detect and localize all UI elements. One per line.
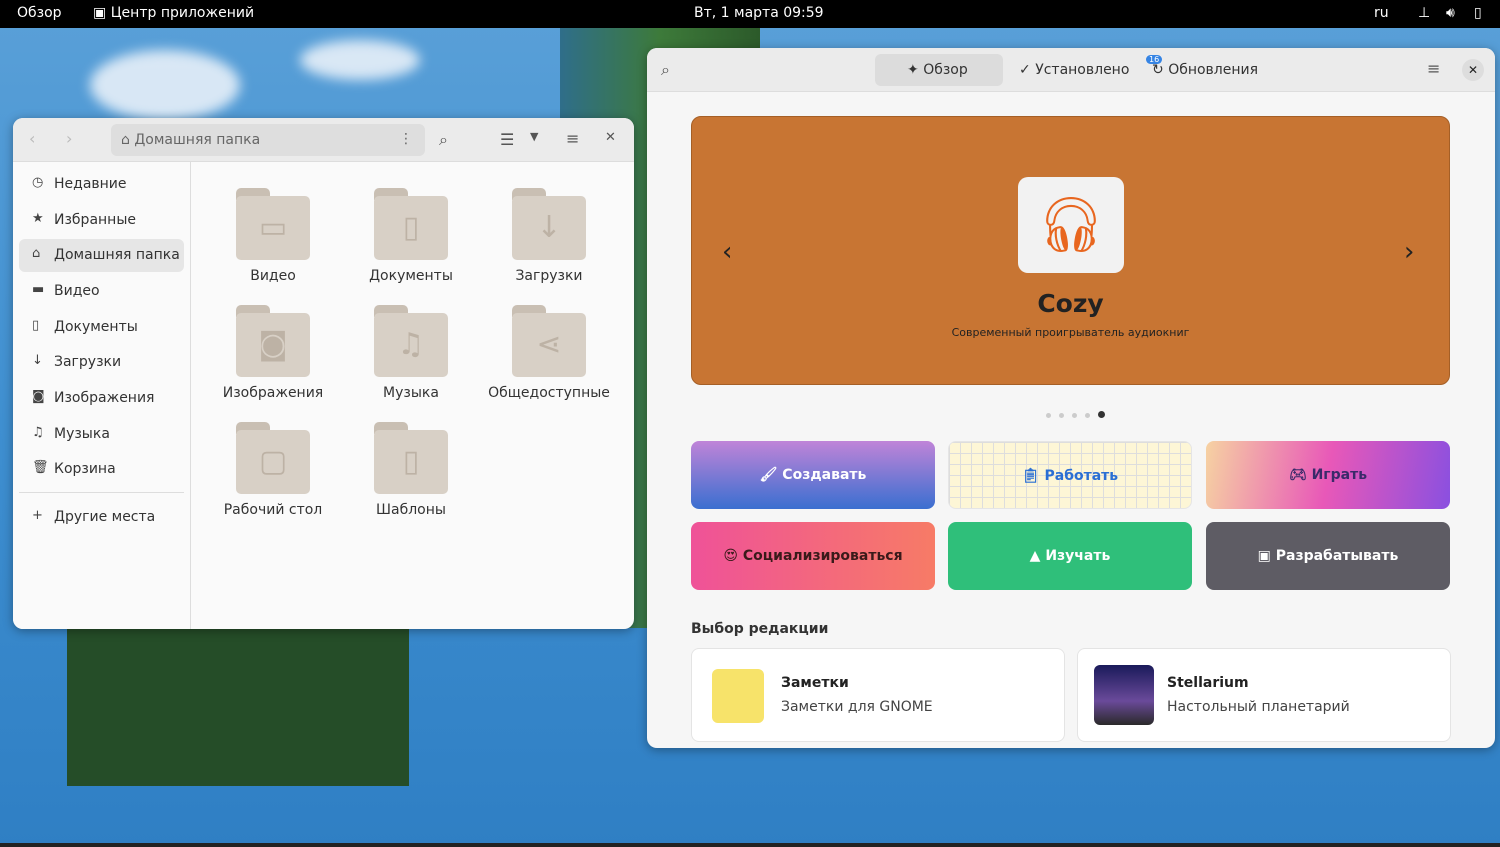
folder-music[interactable]: ♫ Музыка: [346, 305, 476, 401]
folder-downloads[interactable]: ↓ Загрузки: [484, 188, 614, 284]
menu-icon[interactable]: ≡: [1427, 59, 1440, 78]
sidebar: ◷ Недавние ★ Избранные ⌂ Домашняя папка ▬ Ви…: [13, 162, 191, 629]
path-bar[interactable]: ⌂ Домашняя папка ⋮: [111, 124, 425, 156]
updates-badge: 16: [1146, 55, 1163, 64]
category-create[interactable]: 🖌︎ Создавать: [691, 441, 935, 509]
network-icon[interactable]: ⊥: [1418, 5, 1430, 21]
close-icon[interactable]: ✕: [605, 130, 616, 145]
video-icon: ▬: [32, 282, 45, 297]
folder-desktop[interactable]: ▢ Рабочий стол: [208, 422, 338, 518]
category-learn[interactable]: ▲ Изучать: [948, 522, 1192, 590]
folder-documents[interactable]: ▯ Документы: [346, 188, 476, 284]
sidebar-item-videos[interactable]: ▬ Видео: [19, 275, 184, 308]
stellarium-app-icon: [1094, 665, 1154, 725]
keyboard-layout[interactable]: ru: [1374, 5, 1389, 21]
dot[interactable]: [1072, 413, 1077, 418]
download-icon: ↓: [32, 353, 43, 368]
sidebar-item-pictures[interactable]: ◙ Изображения: [19, 382, 184, 415]
battery-icon[interactable]: ▯: [1474, 5, 1482, 21]
download-icon: ↓: [512, 196, 586, 260]
tab-installed[interactable]: ✓ Установлено: [1009, 54, 1139, 86]
camera-icon: ◙: [236, 313, 310, 377]
featured-banner[interactable]: ‹ › 🎧︎ Cozy Современный проигрыватель ау…: [691, 116, 1450, 385]
dot[interactable]: [1098, 411, 1105, 418]
plus-icon: +: [32, 508, 43, 523]
sidebar-item-downloads[interactable]: ↓ Загрузки: [19, 346, 184, 379]
list-view-icon[interactable]: ☰: [500, 130, 514, 149]
menu-icon[interactable]: ≡: [566, 129, 579, 148]
sidebar-item-starred[interactable]: ★ Избранные: [19, 204, 184, 237]
path-menu-icon[interactable]: ⋮: [399, 131, 413, 147]
tab-updates[interactable]: 16 ↻ Обновления: [1142, 54, 1268, 86]
search-icon[interactable]: ⌕: [661, 60, 670, 80]
video-icon: ▭: [236, 196, 310, 260]
wallpaper-block: [67, 628, 409, 786]
clock-icon: ◷: [32, 175, 44, 190]
sidebar-item-other-locations[interactable]: + Другие места: [19, 501, 184, 534]
clock[interactable]: Вт, 1 марта 09:59: [694, 5, 824, 21]
sidebar-item-recent[interactable]: ◷ Недавние: [19, 168, 184, 201]
top-bar: Обзор ▣ Центр приложений Вт, 1 марта 09:…: [0, 0, 1500, 28]
banner-subtitle: Современный проигрыватель аудиокниг: [951, 326, 1190, 339]
view-options-icon[interactable]: ▼: [530, 130, 538, 143]
back-icon[interactable]: ‹: [29, 129, 35, 148]
next-icon[interactable]: ›: [1404, 237, 1414, 267]
notes-app-icon: [712, 669, 764, 723]
cozy-app-icon: 🎧︎: [1018, 177, 1124, 273]
close-icon[interactable]: ✕: [1462, 59, 1484, 81]
template-icon: ▯: [374, 430, 448, 494]
explore-icon: ✦: [907, 62, 919, 78]
files-window: ‹ › ⌂ Домашняя папка ⋮ ⌕ ☰ ▼ ≡ ✕ ◷ Недавни…: [13, 118, 634, 629]
share-icon: ⋖: [512, 313, 586, 377]
app-card-notes[interactable]: Заметки Заметки для GNOME: [691, 648, 1065, 742]
category-socialize[interactable]: 😍︎ Социализироваться: [691, 522, 935, 590]
sidebar-item-trash[interactable]: 🗑︎ Корзина: [19, 453, 184, 486]
home-icon: ⌂: [32, 246, 41, 261]
editors-choice-heading: Выбор редакции: [691, 621, 829, 637]
folder-public[interactable]: ⋖ Общедоступные: [484, 305, 614, 401]
search-icon[interactable]: ⌕: [439, 130, 448, 150]
software-window: ⌕ ✦ Обзор ✓ Установлено 16 ↻ Обновления ≡…: [647, 48, 1495, 748]
tab-explore[interactable]: ✦ Обзор: [875, 54, 1003, 86]
music-icon: ♫: [374, 313, 448, 377]
sidebar-item-music[interactable]: ♫ Музыка: [19, 418, 184, 451]
dot[interactable]: [1046, 413, 1051, 418]
forward-icon[interactable]: ›: [66, 129, 72, 148]
previous-icon[interactable]: ‹: [722, 237, 732, 267]
app-card-stellarium[interactable]: Stellarium Настольный планетарий: [1077, 648, 1451, 742]
star-icon: ★: [32, 211, 44, 226]
sidebar-item-home[interactable]: ⌂ Домашняя папка: [19, 239, 184, 272]
dot[interactable]: [1059, 413, 1064, 418]
carousel-dots: [1042, 403, 1109, 422]
sidebar-item-documents[interactable]: ▯ Документы: [19, 311, 184, 344]
folder-pictures[interactable]: ◙ Изображения: [208, 305, 338, 401]
folder-videos[interactable]: ▭ Видео: [208, 188, 338, 284]
desktop-icon: ▢: [236, 430, 310, 494]
banner-title: Cozy: [1037, 289, 1104, 318]
category-develop[interactable]: ▣ Разрабатывать: [1206, 522, 1450, 590]
refresh-icon: ↻: [1152, 62, 1164, 78]
check-icon: ✓: [1019, 62, 1031, 78]
camera-icon: ◙: [32, 389, 45, 404]
dot[interactable]: [1085, 413, 1090, 418]
category-play[interactable]: 🎮︎ Играть: [1206, 441, 1450, 509]
volume-icon[interactable]: 🔊︎: [1446, 5, 1455, 21]
app-menu[interactable]: ▣ Центр приложений: [93, 5, 254, 21]
document-icon: ▯: [32, 318, 40, 333]
activities-button[interactable]: Обзор: [17, 5, 62, 21]
music-icon: ♫: [32, 425, 44, 440]
folder-templates[interactable]: ▯ Шаблоны: [346, 422, 476, 518]
trash-icon: 🗑︎: [32, 460, 49, 475]
document-icon: ▯: [374, 196, 448, 260]
category-work[interactable]: 📋︎ Работать: [948, 441, 1192, 509]
